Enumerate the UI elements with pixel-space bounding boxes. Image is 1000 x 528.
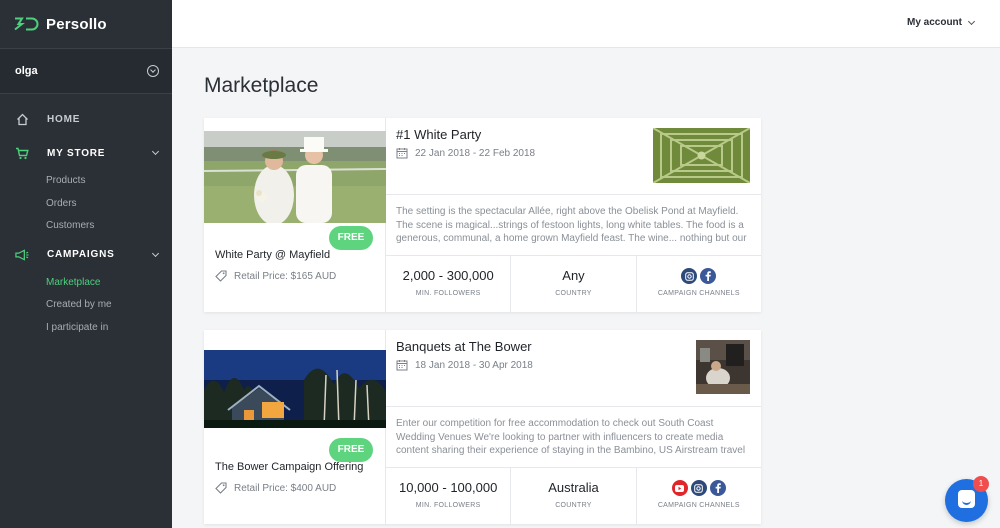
campaigns-submenu: Marketplace Created by me I participate … <box>0 272 172 340</box>
country-value: Any <box>562 268 585 283</box>
country-value: Australia <box>548 480 599 495</box>
brand[interactable]: Persollo <box>0 0 172 48</box>
sidebar-item-created-by-me[interactable]: Created by me <box>46 294 172 317</box>
followers-value: 2,000 - 300,000 <box>402 268 494 283</box>
campaign-dates: 22 Jan 2018 - 22 Feb 2018 <box>396 147 535 159</box>
campaign-dates: 18 Jan 2018 - 30 Apr 2018 <box>396 359 533 371</box>
retail-price-text: Retail Price: $400 AUD <box>234 482 337 494</box>
home-icon <box>15 112 29 126</box>
campaign-title[interactable]: #1 White Party <box>396 127 481 142</box>
sidebar-item-customers[interactable]: Customers <box>46 215 172 238</box>
retail-price: Retail Price: $165 AUD <box>215 270 336 282</box>
store-submenu: Products Orders Customers <box>0 170 172 238</box>
campaign-thumbnail[interactable] <box>696 340 750 394</box>
followers-label: MIN. FOLLOWERS <box>415 502 481 509</box>
sidebar-item-my-store[interactable]: MY STORE <box>0 136 172 170</box>
youtube-icon <box>671 480 688 496</box>
sidebar-nav: HOME MY STORE Products Orders Customers … <box>0 94 172 339</box>
stat-followers: 10,000 - 100,000 MIN. FOLLOWERS <box>386 468 512 524</box>
sidebar-item-label: MY STORE <box>47 147 106 159</box>
sidebar-item-orders[interactable]: Orders <box>46 193 172 216</box>
megaphone-icon <box>15 248 29 262</box>
stat-followers: 2,000 - 300,000 MIN. FOLLOWERS <box>386 256 512 312</box>
free-badge: FREE <box>329 226 373 250</box>
brand-name: Persollo <box>46 15 107 33</box>
chevron-down-icon <box>967 17 976 25</box>
campaign-stats: 10,000 - 100,000 MIN. FOLLOWERS Australi… <box>386 467 761 524</box>
sidebar-item-i-participate-in[interactable]: I participate in <box>46 317 172 340</box>
free-badge: FREE <box>329 438 373 462</box>
chevron-down-icon[interactable] <box>151 147 160 156</box>
stat-channels: CAMPAIGN CHANNELS <box>637 468 761 524</box>
retail-price: Retail Price: $400 AUD <box>215 482 336 494</box>
sidebar-item-label: CAMPAIGNS <box>47 249 115 260</box>
page-title: Marketplace <box>204 74 319 97</box>
campaign-dates-text: 22 Jan 2018 - 22 Feb 2018 <box>415 147 536 159</box>
offer-photo[interactable] <box>204 131 386 223</box>
chevron-down-icon[interactable] <box>151 249 160 257</box>
stat-country: Australia COUNTRY <box>511 468 637 524</box>
facebook-icon <box>709 480 726 496</box>
chat-icon <box>958 490 975 508</box>
campaign-title[interactable]: Banquets at The Bower <box>396 339 532 354</box>
offer-title[interactable]: The Bower Campaign Offering <box>215 461 363 473</box>
sidebar-item-label: HOME <box>47 113 81 125</box>
campaign-card[interactable]: FREE The Bower Campaign Offering Retail … <box>204 330 761 524</box>
user-name: olga <box>15 65 38 77</box>
campaign-stats: 2,000 - 300,000 MIN. FOLLOWERS Any COUNT… <box>386 255 761 312</box>
divider <box>386 406 761 407</box>
sidebar-item-home[interactable]: HOME <box>0 102 172 136</box>
user-menu[interactable]: olga <box>0 48 172 94</box>
calendar-icon <box>396 148 408 159</box>
channel-list <box>637 480 761 496</box>
account-label: My account <box>906 17 962 28</box>
channels-label: CAMPAIGN CHANNELS <box>657 502 740 509</box>
channel-list <box>637 268 761 284</box>
campaign-description: The setting is the spectacular Allée, ri… <box>396 206 747 244</box>
sidebar-item-products[interactable]: Products <box>46 170 172 193</box>
cart-icon <box>15 146 29 160</box>
followers-label: MIN. FOLLOWERS <box>415 290 481 297</box>
stat-channels: CAMPAIGN CHANNELS <box>637 256 761 312</box>
retail-price-text: Retail Price: $165 AUD <box>234 270 337 282</box>
offer-panel: FREE The Bower Campaign Offering Retail … <box>204 330 386 524</box>
campaign-details: Banquets at The Bower 18 Jan 2018 - 30 A… <box>386 330 761 524</box>
campaign-description: Enter our competition for free accommoda… <box>396 418 746 456</box>
calendar-icon <box>396 360 408 371</box>
campaign-details: #1 White Party 22 Jan 2018 - 22 Feb 2018… <box>386 118 761 312</box>
campaign-thumbnail[interactable] <box>653 128 750 183</box>
offer-panel: FREE White Party @ Mayfield Retail Price… <box>204 118 386 312</box>
persollo-logo-icon <box>14 17 39 31</box>
stat-country: Any COUNTRY <box>511 256 637 312</box>
offer-photo[interactable] <box>204 350 386 428</box>
campaign-dates-text: 18 Jan 2018 - 30 Apr 2018 <box>415 359 533 371</box>
sidebar-item-campaigns[interactable]: CAMPAIGNS <box>0 238 172 272</box>
topbar: My account <box>172 0 1000 48</box>
followers-value: 10,000 - 100,000 <box>399 480 498 495</box>
country-label: COUNTRY <box>555 502 592 509</box>
channels-label: CAMPAIGN CHANNELS <box>657 290 740 297</box>
country-label: COUNTRY <box>555 290 592 297</box>
divider <box>386 194 761 195</box>
instagram-icon <box>681 268 698 284</box>
price-tag-icon <box>215 482 227 494</box>
price-tag-icon <box>215 270 227 282</box>
chat-unread-badge: 1 <box>973 476 989 492</box>
sidebar-item-marketplace[interactable]: Marketplace <box>46 272 172 295</box>
offer-title[interactable]: White Party @ Mayfield <box>215 249 330 261</box>
sidebar: Persollo olga HOME MY STORE Products Ord… <box>0 0 172 528</box>
account-menu[interactable]: My account <box>906 17 976 28</box>
instagram-icon <box>690 480 707 496</box>
campaign-card[interactable]: FREE White Party @ Mayfield Retail Price… <box>204 118 761 312</box>
chevron-down-circle-icon[interactable] <box>147 65 159 77</box>
facebook-icon <box>700 268 717 284</box>
